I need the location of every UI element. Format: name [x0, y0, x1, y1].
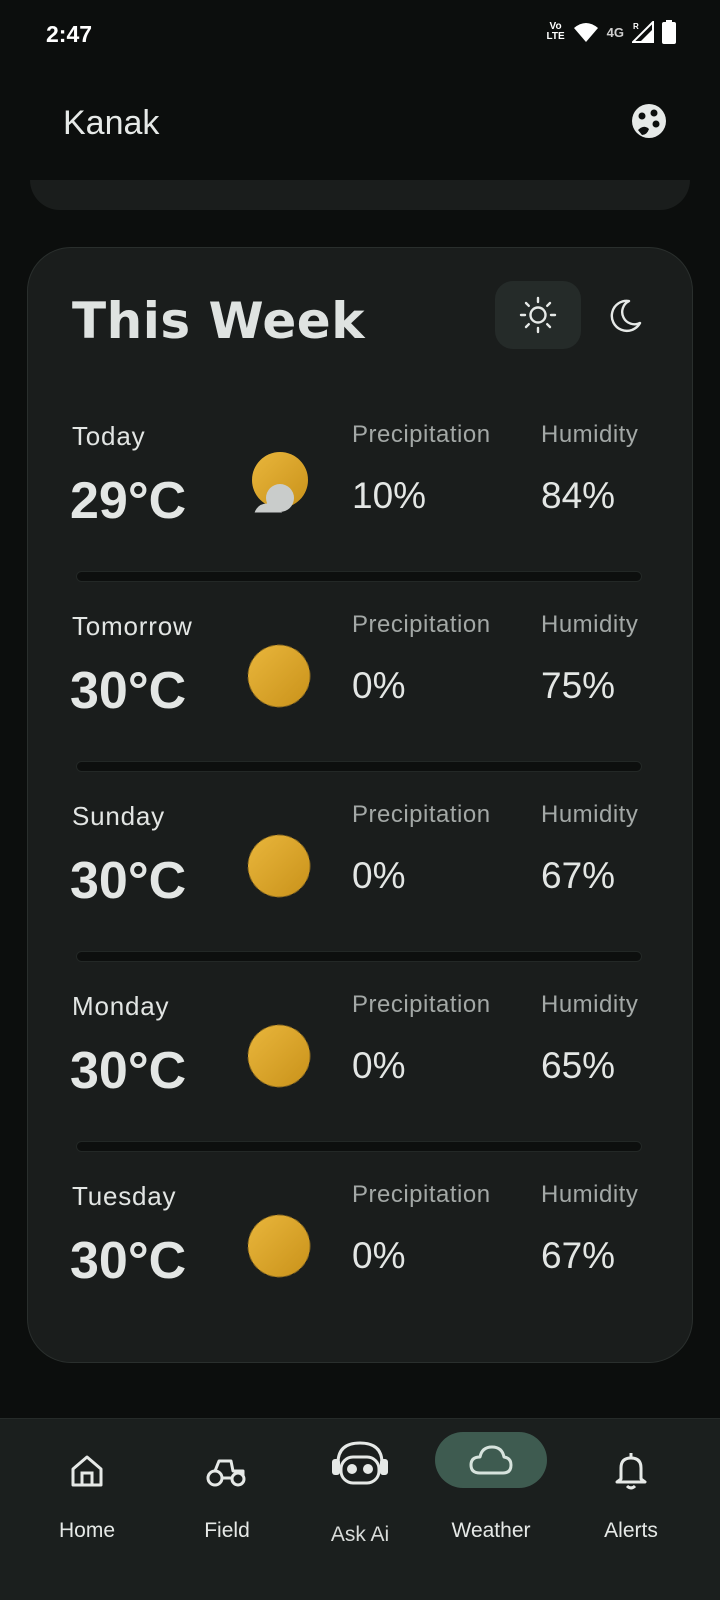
battery-icon	[662, 20, 676, 44]
day-name: Today	[72, 421, 146, 451]
humidity-label: Humidity	[541, 1181, 639, 1208]
day-mode-toggle[interactable]	[495, 281, 581, 349]
previous-card-edge	[30, 180, 690, 210]
day-name: Monday	[72, 991, 170, 1021]
volte-icon: Vo LTE	[546, 21, 565, 42]
nav-item-ask-ai[interactable]: Ask Ai	[300, 1437, 420, 1547]
forecast-row: Tuesday 30°C Precipitation 0% Humidity 6…	[28, 1181, 694, 1371]
day-name: Tomorrow	[72, 611, 193, 641]
day-temperature: 29°C	[70, 472, 187, 530]
cell-signal-icon: R	[632, 21, 654, 43]
sun-icon	[519, 296, 557, 334]
status-time: 2:47	[46, 21, 93, 47]
sunny-icon	[247, 1214, 311, 1278]
status-bar: 2:47 Vo LTE 4G R	[0, 0, 720, 72]
day-name: Sunday	[72, 801, 165, 831]
row-divider	[76, 951, 642, 962]
humidity-label: Humidity	[541, 611, 639, 638]
bottom-navigation: Home Field Ask Ai Weather Alerts	[0, 1418, 720, 1600]
app-title: Kanak	[63, 104, 160, 142]
forecast-row: Sunday 30°C Precipitation 0% Humidity 67…	[28, 801, 694, 991]
humidity-value: 75%	[541, 665, 616, 706]
nav-label: Alerts	[604, 1519, 658, 1542]
precipitation-label: Precipitation	[352, 1181, 491, 1208]
precipitation-label: Precipitation	[352, 421, 491, 448]
humidity-value: 84%	[541, 475, 616, 516]
day-temperature: 30°C	[70, 1042, 187, 1100]
nav-label: Home	[58, 1519, 116, 1542]
sunny-icon	[247, 1024, 311, 1088]
forecast-row: Today 29°C Precipitation 10% Humidity 84…	[28, 421, 694, 611]
humidity-label: Humidity	[541, 421, 639, 448]
day-temperature: 30°C	[70, 662, 187, 720]
precipitation-value: 0%	[352, 1045, 406, 1086]
partly-cloudy-icon	[252, 452, 308, 516]
weekly-title: This Week	[72, 292, 365, 350]
humidity-value: 67%	[541, 855, 616, 896]
day-temperature: 30°C	[70, 1232, 187, 1290]
home-icon	[71, 1455, 103, 1487]
status-icons: Vo LTE 4G R	[546, 20, 676, 44]
forecast-row: Tomorrow 30°C Precipitation 0% Humidity …	[28, 611, 694, 801]
precipitation-value: 0%	[352, 1235, 406, 1276]
humidity-value: 65%	[541, 1045, 616, 1086]
nav-label: Field	[204, 1519, 250, 1542]
robot-icon	[332, 1441, 388, 1485]
precipitation-value: 10%	[352, 475, 427, 516]
cloud-icon	[469, 1445, 513, 1475]
precipitation-label: Precipitation	[352, 991, 491, 1018]
row-divider	[76, 571, 642, 582]
day-name: Tuesday	[72, 1181, 177, 1211]
roaming-indicator: R	[633, 22, 639, 31]
nav-item-field[interactable]: Field	[167, 1437, 287, 1547]
profile-icon	[632, 104, 666, 138]
row-divider	[76, 1141, 642, 1152]
nav-label: Weather	[451, 1519, 531, 1542]
tractor-icon	[206, 1459, 246, 1487]
precipitation-value: 0%	[352, 855, 406, 896]
wifi-icon	[573, 23, 598, 42]
humidity-value: 67%	[541, 1235, 616, 1276]
nav-item-home[interactable]: Home	[27, 1437, 147, 1547]
precipitation-label: Precipitation	[352, 611, 491, 638]
nav-item-weather[interactable]: Weather	[431, 1432, 551, 1547]
profile-button[interactable]	[630, 102, 668, 140]
nav-label: Ask Ai	[330, 1523, 390, 1546]
humidity-label: Humidity	[541, 991, 639, 1018]
bell-icon	[615, 1453, 647, 1490]
precipitation-label: Precipitation	[352, 801, 491, 828]
weekly-forecast-card: This Week Today 29°C Precipitation 10% H…	[27, 247, 693, 1363]
nav-item-alerts[interactable]: Alerts	[571, 1437, 691, 1547]
forecast-row: Monday 30°C Precipitation 0% Humidity 65…	[28, 991, 694, 1181]
sunny-icon	[247, 644, 311, 708]
humidity-label: Humidity	[541, 801, 639, 828]
sunny-icon	[247, 834, 311, 898]
night-mode-toggle[interactable]	[600, 288, 650, 344]
row-divider	[76, 761, 642, 772]
precipitation-value: 0%	[352, 665, 406, 706]
day-temperature: 30°C	[70, 852, 187, 910]
moon-icon	[610, 299, 642, 333]
network-type: 4G	[606, 24, 624, 40]
app-bar: Kanak	[0, 72, 720, 180]
